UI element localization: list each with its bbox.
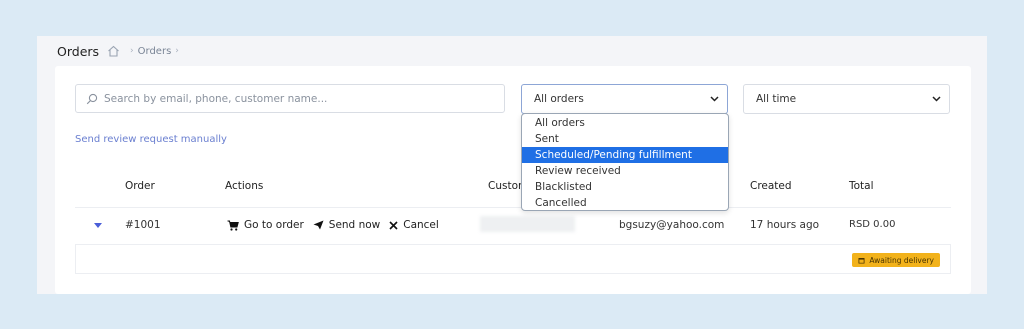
order-detail-row: Awaiting delivery [75,244,951,274]
status-option-review-received[interactable]: Review received [522,163,728,179]
column-header-created[interactable]: Created [750,180,792,192]
customer-name-redacted [480,216,575,232]
header-divider [75,207,951,208]
column-header-actions: Actions [225,180,264,192]
cancel-button[interactable]: Cancel [389,219,439,231]
orders-card: All orders All time Send review request … [55,66,971,294]
order-total: RSD 0.00 [849,219,896,230]
status-option-sent[interactable]: Sent [522,131,728,147]
status-select-value: All orders [534,93,584,105]
breadcrumb-separator: › [175,46,179,56]
breadcrumb-item[interactable]: Orders [138,46,172,57]
send-review-manually-link[interactable]: Send review request manually [75,134,227,145]
go-to-order-button[interactable]: Go to order [227,219,304,231]
time-select[interactable]: All time [743,84,950,114]
status-badge: Awaiting delivery [852,253,940,267]
status-dropdown-menu: All orders Sent Scheduled/Pending fulfil… [521,113,729,211]
breadcrumb-separator: › [130,46,134,56]
column-header-order[interactable]: Order [125,180,155,192]
status-option-cancelled[interactable]: Cancelled [522,195,728,211]
status-option-blacklisted[interactable]: Blacklisted [522,179,728,195]
send-now-button[interactable]: Send now [313,219,380,231]
send-now-label: Send now [328,219,381,231]
chevron-down-icon [932,96,941,102]
close-icon [389,220,398,230]
row-actions: Go to order Send now Cancel [227,219,448,231]
order-number: #1001 [125,219,161,231]
go-to-order-label: Go to order [244,219,304,231]
time-select-value: All time [756,93,797,105]
status-option-all-orders[interactable]: All orders [522,115,728,131]
cart-icon [227,220,239,231]
status-option-scheduled[interactable]: Scheduled/Pending fulfillment [522,147,728,163]
calendar-icon [858,257,865,263]
created-time: 17 hours ago [750,219,820,231]
search-icon [86,93,98,104]
cancel-label: Cancel [403,219,439,231]
search-box[interactable] [75,84,505,113]
send-icon [313,220,324,230]
page-title: Orders [57,43,100,59]
search-input[interactable] [104,92,494,105]
customer-email: bgsuzy@yahoo.com [619,219,725,231]
status-badge-label: Awaiting delivery [869,255,934,265]
breadcrumb: Orders › Orders › [57,42,183,60]
expand-row-caret-icon[interactable] [94,223,102,228]
home-icon[interactable] [107,45,120,57]
status-select[interactable]: All orders [521,84,728,114]
column-header-total[interactable]: Total [849,180,874,192]
chevron-down-icon [710,96,719,102]
orders-page: Orders › Orders › All orders All time [37,36,987,294]
